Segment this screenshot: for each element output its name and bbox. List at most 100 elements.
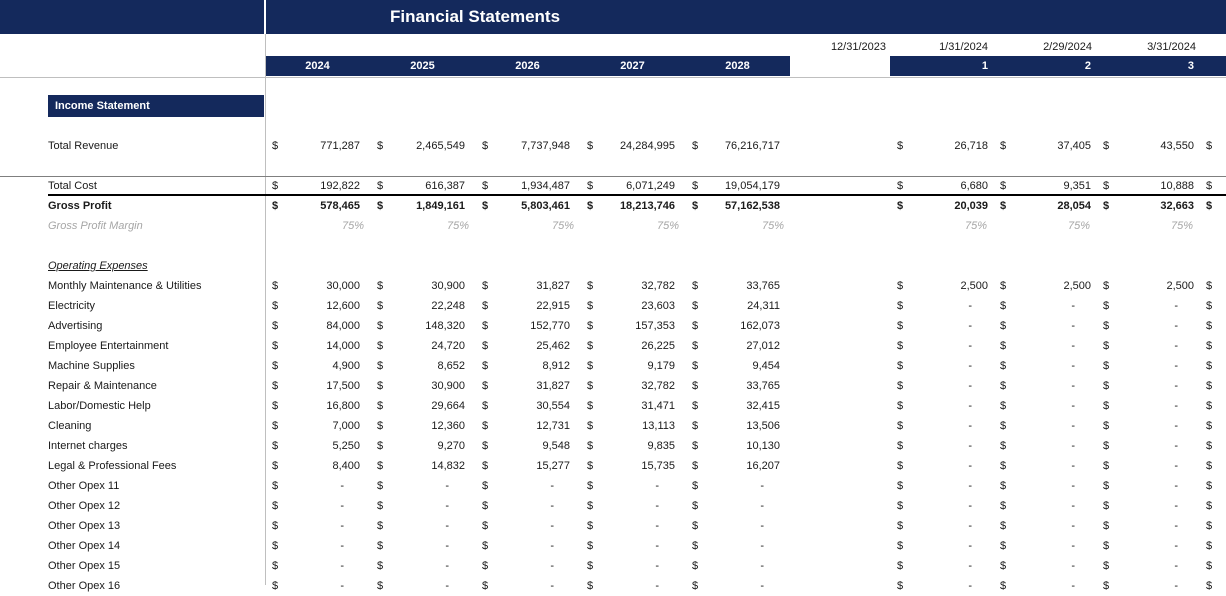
month-number-2[interactable]: 2 xyxy=(993,56,1096,76)
cell-monthly[interactable]: $ - xyxy=(993,496,1096,516)
cell-monthly[interactable]: $ - xyxy=(993,516,1096,536)
cell-monthly[interactable]: $ - xyxy=(890,496,993,516)
cell-monthly[interactable]: $ - xyxy=(890,476,993,496)
cell-annual[interactable]: $148,320 xyxy=(370,316,475,336)
cell-annual[interactable]: $26,225 xyxy=(580,336,685,356)
cell-annual[interactable]: $15,735 xyxy=(580,456,685,476)
cell-annual[interactable]: $ - xyxy=(475,576,580,596)
cell-monthly[interactable]: $ - xyxy=(1096,356,1199,376)
cell-annual[interactable]: $ - xyxy=(580,496,685,516)
cell-annual[interactable]: $8,652 xyxy=(370,356,475,376)
cell-annual[interactable]: $84,000 xyxy=(265,316,370,336)
row-label-other-opex-16[interactable]: Other Opex 16 xyxy=(48,576,265,596)
cell-annual[interactable]: $1,849,161 xyxy=(370,196,475,216)
cell-partial[interactable]: $ xyxy=(1199,576,1226,596)
date-header-12-31-2023[interactable]: 12/31/2023 xyxy=(760,39,886,55)
year-header-2026[interactable]: 2026 xyxy=(475,56,580,76)
cell-monthly[interactable]: $ - xyxy=(993,316,1096,336)
row-label-employee-entertainment[interactable]: Employee Entertainment xyxy=(48,336,265,356)
cell-annual[interactable]: $33,765 xyxy=(685,376,790,396)
cell-annual[interactable]: $22,248 xyxy=(370,296,475,316)
cell-annual[interactable]: $ - xyxy=(475,496,580,516)
cell-percent[interactable]: 75% xyxy=(580,216,685,236)
cell-percent[interactable]: 75% xyxy=(475,216,580,236)
cell-annual[interactable]: $ - xyxy=(685,516,790,536)
cell-annual[interactable]: $ - xyxy=(370,576,475,596)
cell-partial[interactable]: $ xyxy=(1199,316,1226,336)
cell-annual[interactable]: $ - xyxy=(370,476,475,496)
cell-monthly[interactable]: $ - xyxy=(890,396,993,416)
cell-annual[interactable]: $ - xyxy=(265,576,370,596)
cell-monthly[interactable]: $ - xyxy=(993,396,1096,416)
cell-monthly[interactable]: $ - xyxy=(1096,316,1199,336)
cell-annual[interactable]: $ - xyxy=(580,536,685,556)
cell-percent[interactable]: 75% xyxy=(370,216,475,236)
cell-annual[interactable]: $ - xyxy=(685,496,790,516)
cell-monthly[interactable]: $ - xyxy=(890,416,993,436)
cell-monthly[interactable]: $10,888 xyxy=(1096,176,1199,196)
year-header-2028[interactable]: 2028 xyxy=(685,56,790,76)
cell-annual[interactable]: $25,462 xyxy=(475,336,580,356)
cell-annual[interactable]: $31,827 xyxy=(475,276,580,296)
cell-annual[interactable]: $29,664 xyxy=(370,396,475,416)
cell-annual[interactable]: $ - xyxy=(265,516,370,536)
cell-monthly[interactable]: $ - xyxy=(890,356,993,376)
cell-annual[interactable]: $15,277 xyxy=(475,456,580,476)
cell-monthly[interactable]: $2,500 xyxy=(890,276,993,296)
cell-annual[interactable]: $578,465 xyxy=(265,196,370,216)
cell-monthly[interactable]: $ - xyxy=(1096,396,1199,416)
date-header-1-31-2024[interactable]: 1/31/2024 xyxy=(890,39,988,55)
cell-annual[interactable]: $31,827 xyxy=(475,376,580,396)
month-number-3[interactable]: 3 xyxy=(1096,56,1199,76)
cell-monthly[interactable]: $6,680 xyxy=(890,176,993,196)
cell-partial[interactable]: $ xyxy=(1199,376,1226,396)
row-label-gross-profit[interactable]: Gross Profit xyxy=(48,196,265,216)
cell-annual[interactable]: $2,465,549 xyxy=(370,136,475,156)
cell-monthly[interactable]: $ - xyxy=(890,516,993,536)
cell-monthly[interactable]: $ - xyxy=(1096,336,1199,356)
cell-partial[interactable]: $ xyxy=(1199,496,1226,516)
cell-annual[interactable]: $ - xyxy=(265,496,370,516)
cell-monthly[interactable]: $ - xyxy=(890,296,993,316)
cell-annual[interactable]: $ - xyxy=(475,516,580,536)
cell-monthly[interactable]: $ - xyxy=(1096,296,1199,316)
date-header-3-31-2024[interactable]: 3/31/2024 xyxy=(1096,39,1196,55)
cell-annual[interactable]: $5,250 xyxy=(265,436,370,456)
cell-annual[interactable]: $152,770 xyxy=(475,316,580,336)
cell-annual[interactable]: $24,720 xyxy=(370,336,475,356)
cell-annual[interactable]: $ - xyxy=(475,556,580,576)
cell-monthly[interactable]: $ - xyxy=(993,436,1096,456)
cell-monthly[interactable]: $ - xyxy=(993,416,1096,436)
cell-annual[interactable]: $616,387 xyxy=(370,176,475,196)
cell-monthly[interactable]: $ - xyxy=(993,296,1096,316)
row-label-monthly-maintenance-utilities[interactable]: Monthly Maintenance & Utilities xyxy=(48,276,265,296)
cell-monthly[interactable]: $20,039 xyxy=(890,196,993,216)
cell-percent[interactable]: 75% xyxy=(993,216,1096,236)
cell-annual[interactable]: $17,500 xyxy=(265,376,370,396)
cell-annual[interactable]: $14,000 xyxy=(265,336,370,356)
cell-annual[interactable]: $23,603 xyxy=(580,296,685,316)
cell-monthly[interactable]: $9,351 xyxy=(993,176,1096,196)
cell-partial[interactable]: $ xyxy=(1199,436,1226,456)
cell-annual[interactable]: $30,900 xyxy=(370,376,475,396)
cell-monthly[interactable]: $ - xyxy=(993,476,1096,496)
year-header-2024[interactable]: 2024 xyxy=(265,56,370,76)
cell-annual[interactable]: $7,737,948 xyxy=(475,136,580,156)
cell-monthly[interactable]: $ - xyxy=(993,456,1096,476)
cell-monthly[interactable]: $ - xyxy=(993,356,1096,376)
cell-annual[interactable]: $ - xyxy=(685,476,790,496)
cell-monthly[interactable]: $ - xyxy=(1096,416,1199,436)
date-header-2-29-2024[interactable]: 2/29/2024 xyxy=(993,39,1092,55)
cell-partial[interactable]: $ xyxy=(1199,516,1226,536)
cell-monthly[interactable]: $ - xyxy=(890,376,993,396)
cell-annual[interactable]: $30,900 xyxy=(370,276,475,296)
cell-annual[interactable]: $30,000 xyxy=(265,276,370,296)
cell-annual[interactable]: $32,782 xyxy=(580,376,685,396)
cell-annual[interactable]: $ - xyxy=(475,536,580,556)
cell-annual[interactable]: $ - xyxy=(685,556,790,576)
cell-annual[interactable]: $ - xyxy=(370,496,475,516)
row-label-labor-domestic-help[interactable]: Labor/Domestic Help xyxy=(48,396,265,416)
cell-annual[interactable]: $ - xyxy=(370,536,475,556)
cell-monthly[interactable]: $37,405 xyxy=(993,136,1096,156)
cell-monthly[interactable]: $ - xyxy=(1096,436,1199,456)
